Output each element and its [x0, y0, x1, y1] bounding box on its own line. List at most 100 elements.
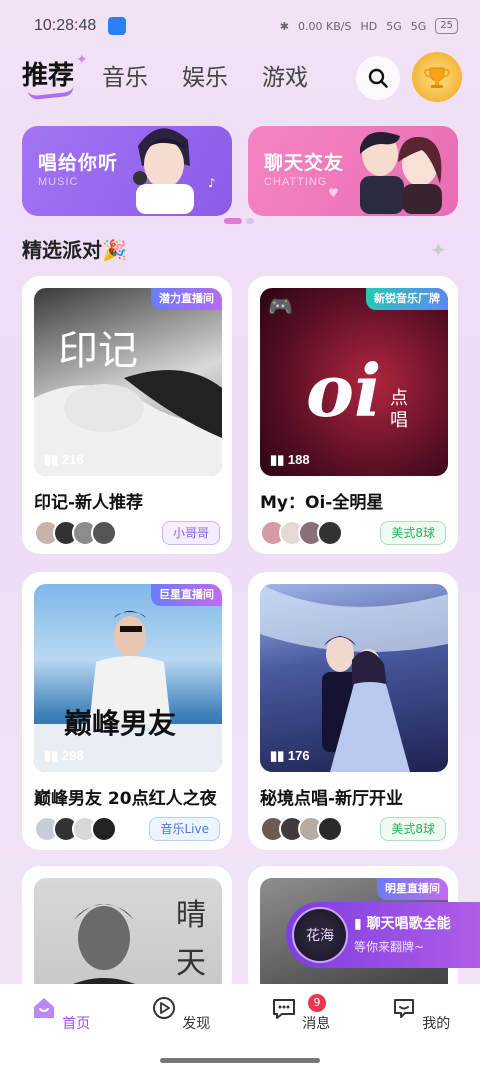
status-right: ✱ 0.00 KB/S HD 5G 5G 25	[280, 18, 458, 34]
listener-icon: ▮▮	[270, 452, 288, 467]
message-icon	[272, 999, 295, 1019]
cover-art-image	[34, 370, 222, 476]
search-button[interactable]	[356, 56, 400, 100]
room-card[interactable]: ▮▮ 176 秘境点唱-新厅开业 美式8球	[248, 572, 458, 850]
nav-home-label: 首页	[62, 1016, 91, 1032]
cover-title: oi	[306, 348, 382, 433]
room-cover-image: ▮▮ 176	[260, 584, 448, 772]
nav-messages[interactable]: 9 消息	[260, 994, 340, 1033]
singer-character-image	[133, 128, 194, 214]
room-tag: 音乐Live	[149, 817, 220, 841]
widget-subtitle: 等你来翻牌~	[354, 940, 425, 954]
cover-subtitle: 点唱	[390, 388, 408, 431]
avatar	[317, 520, 343, 546]
nav-discover-label: 发现	[182, 1016, 211, 1032]
tab-music[interactable]: 音乐	[102, 58, 148, 92]
listener-count-value: 298	[61, 748, 84, 763]
discover-icon	[152, 997, 175, 1019]
banner-music-subtitle: MUSIC	[38, 176, 79, 188]
room-tag: 美式8球	[380, 817, 446, 841]
listener-count: ▮▮ 216	[44, 452, 84, 468]
section-title: 精选派对🎉	[22, 234, 127, 263]
message-badge: 9	[308, 994, 326, 1012]
listener-count-value: 216	[61, 452, 84, 467]
nav-home[interactable]: 首页	[20, 994, 100, 1033]
net-speed: 0.00 KB/S	[298, 19, 352, 33]
nav-discover[interactable]: 发现	[140, 994, 220, 1033]
listener-count: ▮▮ 188	[270, 452, 310, 468]
cover-title: 晴天	[176, 898, 206, 981]
room-badge: 潜力直播间	[151, 288, 222, 310]
room-disc: 花海	[292, 907, 348, 963]
disc-text: 花海	[306, 928, 334, 944]
room-name: 巅峰男友 20点红人之夜	[34, 789, 217, 809]
cover-title: 印记	[58, 328, 138, 374]
music-note-icon: ♪	[208, 176, 216, 190]
room-tag: 小哥哥	[161, 521, 220, 545]
status-bar: 10:28:48 ✱ 0.00 KB/S HD 5G 5G 25	[0, 0, 480, 52]
member-avatars	[260, 816, 343, 842]
room-cover-image: 巅峰男友 巨星直播间 ▮▮ 298	[34, 584, 222, 772]
cover-art-image	[34, 611, 222, 772]
listener-icon: ▮▮	[44, 452, 62, 467]
avatar	[91, 520, 117, 546]
avatar	[91, 816, 117, 842]
avatar	[317, 816, 343, 842]
floating-room-widget[interactable]: 花海 ▮ 聊天唱歌全能 等你来翻牌~	[286, 902, 480, 968]
audio-bars-icon: ▮	[354, 916, 367, 932]
trophy-button[interactable]	[412, 52, 462, 102]
battery-icon: 25	[435, 18, 458, 34]
room-name: 秘境点唱-新厅开业	[260, 789, 404, 809]
gamepad-icon: 🎮	[268, 294, 293, 318]
couple-character-image	[360, 132, 442, 214]
heart-icon: ♥	[328, 186, 339, 200]
hd-icon: HD	[360, 19, 378, 33]
cover-art-image	[260, 584, 448, 772]
status-time: 10:28:48	[34, 17, 97, 34]
top-tabs: 推荐 ✦ 音乐 娱乐 游戏	[0, 52, 480, 112]
room-name: My：Oi-全明星	[260, 493, 384, 513]
banner-music[interactable]: 唱给你听 MUSIC ♪	[22, 126, 232, 216]
listener-count-value: 188	[287, 452, 310, 467]
nav-profile[interactable]: 我的	[380, 994, 460, 1033]
member-avatars	[34, 520, 117, 546]
listener-count: ▮▮ 298	[44, 748, 84, 764]
pagination-dot-active	[224, 218, 242, 224]
listener-icon: ▮▮	[270, 748, 288, 763]
banner-pagination	[224, 218, 254, 224]
sparkle-icon: ✦	[76, 52, 88, 68]
room-cover-image: oi 点唱 🎮 新锐音乐厂牌 ▮▮ 188	[260, 288, 448, 476]
widget-title-text: 聊天唱歌全能	[366, 916, 451, 932]
tab-games[interactable]: 游戏	[262, 58, 308, 92]
room-card[interactable]: 巅峰男友 巨星直播间 ▮▮ 298 巅峰男友 20点红人之夜 音乐Live	[22, 572, 232, 850]
room-card[interactable]: 印记 潜力直播间 ▮▮ 216 印记-新人推荐 小哥哥	[22, 276, 232, 554]
room-card[interactable]: 晴天	[22, 866, 232, 996]
signal-icon: 5G	[386, 19, 402, 33]
pagination-dot	[246, 218, 254, 224]
banner-music-title: 唱给你听	[38, 152, 119, 174]
banner-chatting-subtitle: CHATTING	[264, 176, 328, 188]
room-name: 印记-新人推荐	[34, 493, 144, 513]
member-avatars	[260, 520, 343, 546]
profile-icon	[393, 999, 414, 1018]
tab-entertainment[interactable]: 娱乐	[182, 58, 228, 92]
room-badge: 新锐音乐厂牌	[366, 288, 448, 310]
bluetooth-icon: ✱	[279, 19, 290, 33]
listener-icon: ▮▮	[44, 748, 62, 763]
room-cover-image: 印记 潜力直播间 ▮▮ 216	[34, 288, 222, 476]
room-badge: 明星直播间	[377, 878, 448, 900]
banner-chatting-title: 聊天交友	[264, 152, 345, 174]
party-icon: 🎉	[102, 238, 127, 262]
room-cover-image: 晴天	[34, 878, 222, 996]
banner-chatting[interactable]: 聊天交友 CHATTING ♥	[248, 126, 458, 216]
room-badge: 巨星直播间	[151, 584, 222, 606]
member-avatars	[34, 816, 117, 842]
app-notification-icon	[108, 17, 127, 35]
room-card[interactable]: oi 点唱 🎮 新锐音乐厂牌 ▮▮ 188 My：Oi-全明星 美式8球	[248, 276, 458, 554]
home-indicator[interactable]	[160, 1058, 320, 1063]
nav-messages-label: 消息	[302, 1016, 331, 1032]
home-icon	[33, 998, 54, 1018]
listener-count: ▮▮ 176	[270, 748, 310, 764]
room-tag: 美式8球	[380, 521, 446, 545]
trophy-icon	[424, 67, 450, 88]
